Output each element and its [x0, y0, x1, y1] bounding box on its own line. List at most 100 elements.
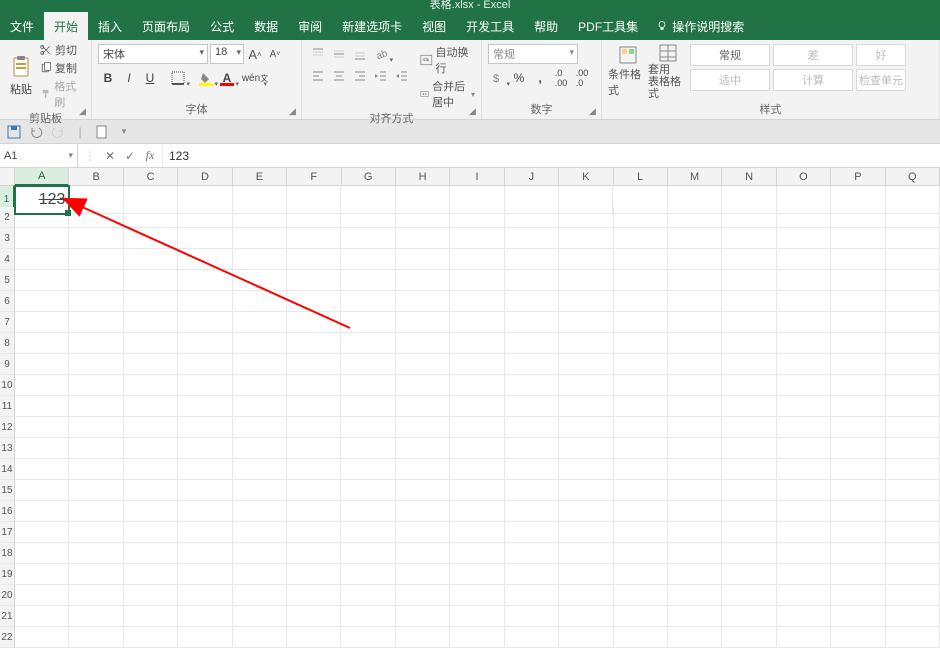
cell-D22[interactable] [178, 627, 232, 648]
cell-G2[interactable] [341, 207, 395, 228]
cell-G11[interactable] [341, 396, 395, 417]
decrease-decimal-button[interactable]: .00.0 [572, 68, 592, 88]
cell-M3[interactable] [668, 228, 722, 249]
cell-M12[interactable] [668, 417, 722, 438]
cell-O20[interactable] [777, 585, 831, 606]
cell-P4[interactable] [831, 249, 885, 270]
cell-L14[interactable] [614, 459, 668, 480]
cell-P20[interactable] [831, 585, 885, 606]
align-left-button[interactable] [308, 66, 328, 86]
style-check[interactable]: 检查单元 [856, 69, 906, 91]
cell-I7[interactable] [450, 312, 504, 333]
name-box[interactable]: A1 [0, 144, 78, 167]
cell-M10[interactable] [668, 375, 722, 396]
cell-C11[interactable] [124, 396, 178, 417]
cell-L21[interactable] [614, 606, 668, 627]
cell-L4[interactable] [614, 249, 668, 270]
tab-custom[interactable]: 新建选项卡 [332, 12, 412, 40]
cell-I9[interactable] [450, 354, 504, 375]
cell-H19[interactable] [396, 564, 450, 585]
cell-M21[interactable] [668, 606, 722, 627]
cell-J2[interactable] [505, 207, 559, 228]
cell-B6[interactable] [69, 291, 123, 312]
paste-button[interactable]: 粘贴 [6, 42, 36, 110]
cell-I11[interactable] [450, 396, 504, 417]
cell-C6[interactable] [124, 291, 178, 312]
style-bad[interactable]: 差 [773, 44, 853, 66]
cell-M2[interactable] [668, 207, 722, 228]
cell-L10[interactable] [614, 375, 668, 396]
cell-B12[interactable] [69, 417, 123, 438]
cell-O16[interactable] [777, 501, 831, 522]
cell-H2[interactable] [396, 207, 450, 228]
merge-center-button[interactable]: 合并后居中 ▾ [420, 78, 475, 110]
cell-K19[interactable] [559, 564, 613, 585]
cell-Q6[interactable] [886, 291, 940, 312]
cell-E8[interactable] [233, 333, 287, 354]
column-header-Q[interactable]: Q [886, 168, 940, 185]
number-dialog-launcher[interactable]: ◢ [589, 107, 599, 117]
cell-M8[interactable] [668, 333, 722, 354]
phonetic-button[interactable]: wén文 [245, 68, 265, 88]
cell-C16[interactable] [124, 501, 178, 522]
cell-H20[interactable] [396, 585, 450, 606]
cell-K4[interactable] [559, 249, 613, 270]
tab-formulas[interactable]: 公式 [200, 12, 244, 40]
cell-N12[interactable] [722, 417, 776, 438]
cell-O4[interactable] [777, 249, 831, 270]
cell-F15[interactable] [287, 480, 341, 501]
cell-Q20[interactable] [886, 585, 940, 606]
cell-E16[interactable] [233, 501, 287, 522]
column-header-K[interactable]: K [559, 168, 613, 185]
font-size-combo[interactable]: 18 [210, 44, 244, 64]
cell-L3[interactable] [614, 228, 668, 249]
cell-G18[interactable] [341, 543, 395, 564]
cell-O14[interactable] [777, 459, 831, 480]
cell-F20[interactable] [287, 585, 341, 606]
underline-button[interactable]: U [140, 68, 160, 88]
cell-P8[interactable] [831, 333, 885, 354]
tab-data[interactable]: 数据 [244, 12, 288, 40]
cell-K11[interactable] [559, 396, 613, 417]
align-center-button[interactable] [329, 66, 349, 86]
column-header-B[interactable]: B [69, 168, 123, 185]
cell-O6[interactable] [777, 291, 831, 312]
cut-button[interactable]: 剪切 [40, 42, 85, 58]
align-dialog-launcher[interactable]: ◢ [469, 107, 479, 117]
cell-Q9[interactable] [886, 354, 940, 375]
cell-C14[interactable] [124, 459, 178, 480]
cell-Q19[interactable] [886, 564, 940, 585]
cell-H15[interactable] [396, 480, 450, 501]
cell-D18[interactable] [178, 543, 232, 564]
cell-B7[interactable] [69, 312, 123, 333]
cell-F13[interactable] [287, 438, 341, 459]
cell-O21[interactable] [777, 606, 831, 627]
bold-button[interactable]: B [98, 68, 118, 88]
cell-N4[interactable] [722, 249, 776, 270]
column-header-J[interactable]: J [505, 168, 559, 185]
cell-J17[interactable] [505, 522, 559, 543]
cell-B9[interactable] [69, 354, 123, 375]
cell-E21[interactable] [233, 606, 287, 627]
cell-D11[interactable] [178, 396, 232, 417]
cell-A18[interactable] [15, 543, 69, 564]
cell-I16[interactable] [450, 501, 504, 522]
cell-M18[interactable] [668, 543, 722, 564]
cell-I5[interactable] [450, 270, 504, 291]
cell-D16[interactable] [178, 501, 232, 522]
column-header-O[interactable]: O [777, 168, 831, 185]
format-as-table-button[interactable]: 套用 表格格式 [648, 42, 688, 101]
cell-Q15[interactable] [886, 480, 940, 501]
cell-G3[interactable] [341, 228, 395, 249]
cell-H10[interactable] [396, 375, 450, 396]
cell-P12[interactable] [831, 417, 885, 438]
cell-C12[interactable] [124, 417, 178, 438]
cell-O7[interactable] [777, 312, 831, 333]
column-header-I[interactable]: I [450, 168, 504, 185]
cell-C9[interactable] [124, 354, 178, 375]
increase-indent-button[interactable] [392, 66, 412, 86]
cell-G8[interactable] [341, 333, 395, 354]
cell-L5[interactable] [614, 270, 668, 291]
cell-Q3[interactable] [886, 228, 940, 249]
cell-P19[interactable] [831, 564, 885, 585]
